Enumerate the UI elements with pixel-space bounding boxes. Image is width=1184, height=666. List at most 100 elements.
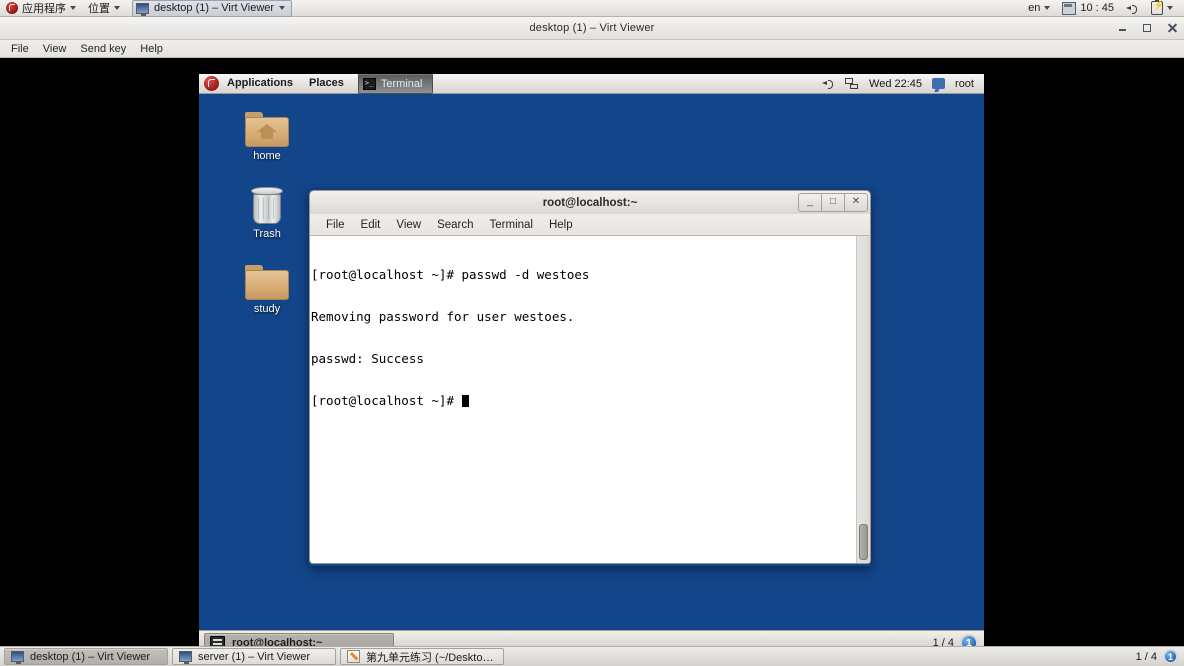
chevron-down-icon bbox=[114, 6, 120, 10]
terminal-titlebar[interactable]: root@localhost:~ _ □ ✕ bbox=[309, 190, 871, 214]
guest-window-list: Terminal bbox=[357, 74, 434, 94]
host-workspace-badge[interactable]: 1 bbox=[1163, 649, 1178, 664]
desktop-icon-trash-label: Trash bbox=[253, 228, 281, 240]
menu-help[interactable]: Help bbox=[133, 42, 170, 56]
host-window-task-label: desktop (1) – Virt Viewer bbox=[154, 2, 275, 14]
terminal-menubar: File Edit View Search Terminal Help bbox=[309, 214, 871, 236]
host-taskbar-item-label: 第九单元练习 (~/Desktop/新建文... bbox=[366, 651, 497, 664]
terminal-window-controls: _ □ ✕ bbox=[798, 193, 868, 212]
terminal-prompt: [root@localhost ~]# bbox=[311, 393, 462, 408]
host-taskbar-item-gedit[interactable]: 第九单元练习 (~/Desktop/新建文... bbox=[340, 648, 504, 665]
guest-display-area: Applications Places Terminal Wed 22:45 bbox=[0, 58, 1184, 654]
guest-places-menu[interactable]: Places bbox=[301, 74, 352, 93]
terminal-menu-edit[interactable]: Edit bbox=[353, 217, 389, 233]
gedit-icon bbox=[347, 650, 360, 663]
host-places-menu[interactable]: 位置 bbox=[82, 0, 126, 16]
volume-icon[interactable] bbox=[822, 78, 835, 89]
monitor-icon bbox=[11, 651, 24, 664]
virt-viewer-menubar: File View Send key Help bbox=[0, 40, 1184, 58]
maximize-icon[interactable] bbox=[1142, 23, 1153, 34]
folder-icon bbox=[245, 265, 289, 300]
chevron-down-icon bbox=[1044, 6, 1051, 10]
menu-file[interactable]: File bbox=[4, 42, 36, 56]
screen-root: 应用程序 位置 desktop (1) – Virt Viewer en 10 … bbox=[0, 0, 1184, 666]
virt-viewer-title: desktop (1) – Virt Viewer bbox=[529, 22, 655, 34]
calendar-icon bbox=[1062, 1, 1077, 15]
battery-indicator[interactable] bbox=[1145, 0, 1179, 16]
terminal-line: [root@localhost ~]# passwd -d westoes bbox=[311, 267, 590, 282]
volume-indicator[interactable] bbox=[1120, 0, 1145, 16]
host-applications-menu[interactable]: 应用程序 bbox=[0, 0, 82, 16]
terminal-output[interactable]: [root@localhost ~]# passwd -d westoes Re… bbox=[310, 236, 856, 563]
terminal-title: root@localhost:~ bbox=[542, 196, 638, 209]
desktop-icon-study-label: study bbox=[253, 303, 281, 315]
monitor-icon bbox=[136, 2, 149, 16]
terminal-scrollbar-thumb[interactable] bbox=[859, 524, 868, 560]
desktop-icon-trash[interactable]: Trash bbox=[227, 187, 307, 240]
desktop-icon-study[interactable]: study bbox=[227, 265, 307, 315]
host-workspace-indicator: 1 / 4 bbox=[1135, 650, 1157, 663]
guest-panel-tray: Wed 22:45 root bbox=[822, 77, 984, 90]
host-taskbar-item-label: server (1) – Virt Viewer bbox=[198, 650, 311, 663]
host-taskbar-item-desktop-virt-viewer[interactable]: desktop (1) – Virt Viewer bbox=[4, 648, 168, 665]
host-clock[interactable]: 10 : 45 bbox=[1056, 0, 1120, 16]
terminal-scrollbar[interactable] bbox=[856, 236, 870, 563]
virt-viewer-window-controls bbox=[1117, 17, 1178, 39]
keyboard-layout-indicator[interactable]: en bbox=[1022, 0, 1056, 16]
guest-task-terminal-label: Terminal bbox=[380, 77, 423, 90]
host-taskbar-item-server-virt-viewer[interactable]: server (1) – Virt Viewer bbox=[172, 648, 336, 665]
desktop-icon-home[interactable]: home bbox=[227, 112, 307, 162]
chevron-down-icon bbox=[279, 6, 286, 10]
host-taskbar: desktop (1) – Virt Viewer server (1) – V… bbox=[0, 646, 1184, 666]
guest-task-terminal[interactable]: Terminal bbox=[357, 74, 434, 94]
battery-charging-icon bbox=[1151, 0, 1164, 15]
desktop-icon-home-label: home bbox=[253, 150, 281, 162]
guest-user-label[interactable]: root bbox=[955, 78, 974, 90]
fedora-logo-icon bbox=[6, 2, 18, 14]
home-folder-icon bbox=[245, 112, 289, 147]
terminal-prompt-line: [root@localhost ~]# bbox=[311, 394, 856, 408]
chevron-down-icon bbox=[70, 6, 76, 10]
network-icon[interactable] bbox=[845, 77, 859, 90]
menu-send-key[interactable]: Send key bbox=[73, 42, 133, 56]
virt-viewer-window: desktop (1) – Virt Viewer File View Send… bbox=[0, 17, 1184, 654]
host-clock-label: 10 : 45 bbox=[1080, 2, 1114, 14]
chevron-down-icon bbox=[1167, 6, 1173, 10]
guest-desktop[interactable]: Applications Places Terminal Wed 22:45 bbox=[199, 74, 984, 654]
terminal-icon bbox=[362, 77, 376, 90]
guest-clock-label[interactable]: Wed 22:45 bbox=[869, 78, 922, 90]
virt-viewer-titlebar[interactable]: desktop (1) – Virt Viewer bbox=[0, 17, 1184, 40]
host-top-panel-tray: en 10 : 45 bbox=[1022, 0, 1184, 16]
monitor-icon bbox=[179, 651, 192, 664]
terminal-body[interactable]: [root@localhost ~]# passwd -d westoes Re… bbox=[309, 236, 871, 564]
guest-panel-left: Applications Places bbox=[199, 74, 352, 93]
terminal-cursor bbox=[461, 395, 469, 407]
host-taskbar-item-label: desktop (1) – Virt Viewer bbox=[30, 650, 151, 663]
user-icon bbox=[932, 78, 946, 89]
host-places-label: 位置 bbox=[88, 3, 110, 15]
host-applications-label: 应用程序 bbox=[22, 3, 66, 15]
host-workspace-switcher[interactable]: 1 / 4 1 bbox=[1136, 649, 1184, 664]
host-top-panel: 应用程序 位置 desktop (1) – Virt Viewer en 10 … bbox=[0, 0, 1184, 17]
maximize-icon[interactable]: □ bbox=[821, 193, 845, 212]
close-icon[interactable] bbox=[1167, 23, 1178, 34]
terminal-menu-terminal[interactable]: Terminal bbox=[482, 217, 541, 233]
terminal-line: Removing password for user westoes. bbox=[311, 309, 575, 324]
terminal-window: root@localhost:~ _ □ ✕ File Edit View Se… bbox=[309, 190, 871, 566]
minimize-icon[interactable]: _ bbox=[798, 193, 822, 212]
minimize-icon[interactable] bbox=[1117, 23, 1128, 34]
volume-icon bbox=[1126, 3, 1139, 14]
keyboard-layout-label: en bbox=[1028, 2, 1041, 14]
menu-view[interactable]: View bbox=[36, 42, 74, 56]
terminal-menu-view[interactable]: View bbox=[388, 217, 429, 233]
host-window-task-virt-viewer[interactable]: desktop (1) – Virt Viewer bbox=[132, 0, 293, 17]
guest-applications-menu[interactable]: Applications bbox=[219, 74, 301, 93]
terminal-menu-file[interactable]: File bbox=[318, 217, 353, 233]
terminal-menu-search[interactable]: Search bbox=[429, 217, 481, 233]
guest-top-panel: Applications Places Terminal Wed 22:45 bbox=[199, 74, 984, 94]
terminal-menu-help[interactable]: Help bbox=[541, 217, 581, 233]
fedora-logo-icon bbox=[204, 76, 219, 91]
close-icon[interactable]: ✕ bbox=[844, 193, 868, 212]
terminal-line: passwd: Success bbox=[311, 351, 424, 366]
trash-icon bbox=[250, 187, 284, 225]
